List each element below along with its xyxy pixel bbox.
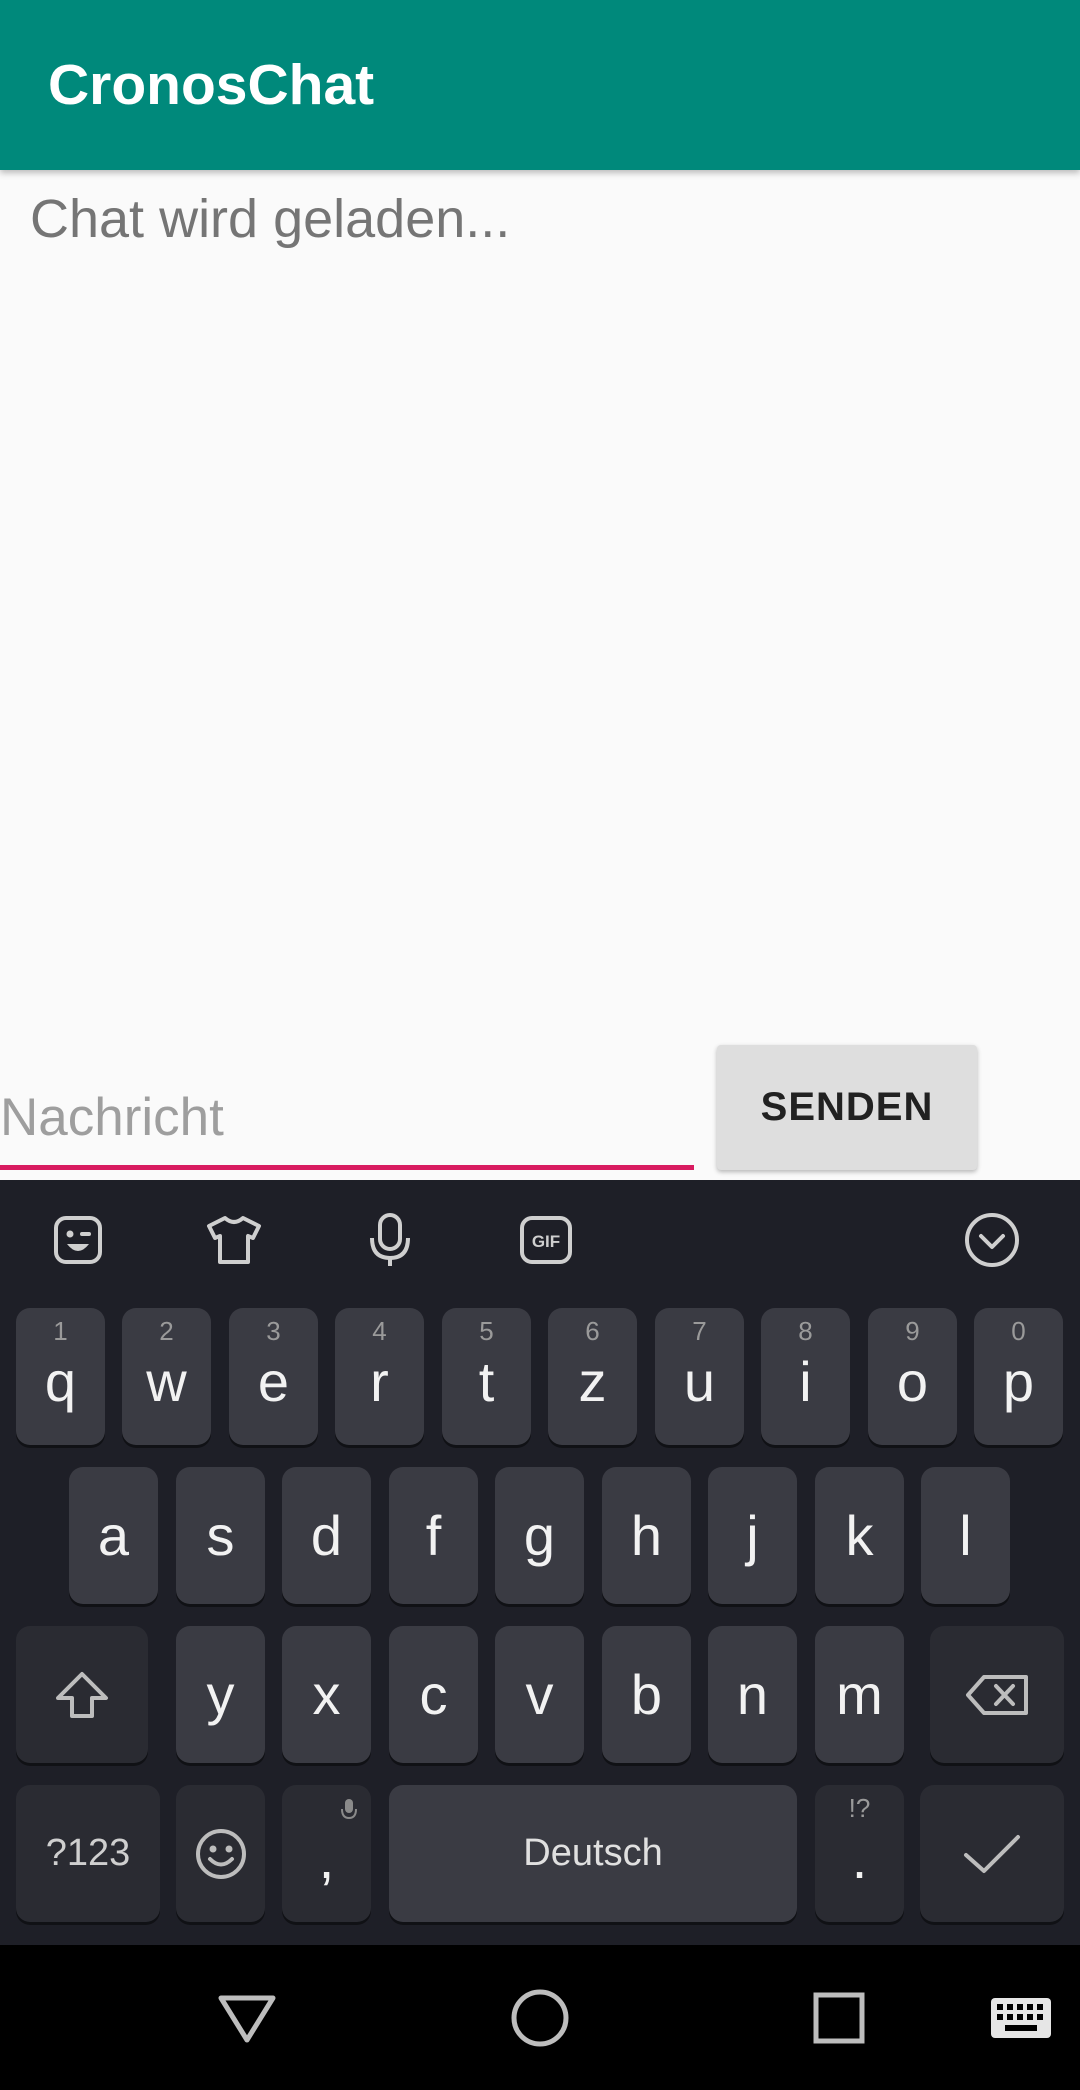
home-icon[interactable] xyxy=(505,1983,575,2053)
key-y[interactable]: y xyxy=(176,1626,265,1763)
collapse-keyboard-icon[interactable] xyxy=(962,1210,1022,1270)
key-u[interactable]: 7u xyxy=(655,1308,744,1445)
mic-hint-icon xyxy=(341,1799,357,1820)
key-t[interactable]: 5t xyxy=(442,1308,531,1445)
key-s[interactable]: s xyxy=(176,1467,265,1604)
microphone-icon[interactable] xyxy=(360,1210,420,1270)
sticker-icon[interactable] xyxy=(48,1210,108,1270)
key-a[interactable]: a xyxy=(69,1467,158,1604)
key-j[interactable]: j xyxy=(708,1467,797,1604)
recents-icon[interactable] xyxy=(804,1983,874,2053)
app-title: CronosChat xyxy=(48,53,375,117)
enter-key[interactable] xyxy=(920,1785,1064,1922)
key-g[interactable]: g xyxy=(495,1467,584,1604)
chat-loading-text: Chat wird geladen... xyxy=(30,189,511,249)
send-button[interactable]: SENDEN xyxy=(717,1045,977,1170)
comma-key[interactable]: , xyxy=(282,1785,371,1922)
key-n[interactable]: n xyxy=(708,1626,797,1763)
key-v[interactable]: v xyxy=(495,1626,584,1763)
symbols-key[interactable]: ?123 xyxy=(16,1785,160,1922)
app-bar: CronosChat xyxy=(0,0,1080,170)
key-f[interactable]: f xyxy=(389,1467,478,1604)
key-q[interactable]: 1q xyxy=(16,1308,105,1445)
key-l[interactable]: l xyxy=(921,1467,1010,1604)
back-icon[interactable] xyxy=(212,1983,282,2053)
emoji-icon xyxy=(195,1828,246,1879)
key-x[interactable]: x xyxy=(282,1626,371,1763)
keyboard-switch-icon[interactable] xyxy=(986,1983,1056,2053)
backspace-key[interactable] xyxy=(930,1626,1064,1763)
key-c[interactable]: c xyxy=(389,1626,478,1763)
key-w[interactable]: 2w xyxy=(122,1308,211,1445)
key-p[interactable]: 0p xyxy=(974,1308,1063,1445)
key-z[interactable]: 6z xyxy=(548,1308,637,1445)
key-m[interactable]: m xyxy=(815,1626,904,1763)
svg-text:GIF: GIF xyxy=(532,1232,560,1251)
emoji-key[interactable] xyxy=(176,1785,265,1922)
message-input[interactable] xyxy=(0,1070,694,1170)
key-e[interactable]: 3e xyxy=(229,1308,318,1445)
checkmark-icon xyxy=(964,1834,1020,1873)
shift-key[interactable] xyxy=(16,1626,148,1763)
key-r[interactable]: 4r xyxy=(335,1308,424,1445)
gif-icon[interactable]: GIF xyxy=(516,1210,576,1270)
space-key[interactable]: Deutsch xyxy=(389,1785,797,1922)
period-key[interactable]: !? . xyxy=(815,1785,904,1922)
soft-keyboard: GIF 1q 2w 3e 4r 5t 6z 7u 8i 9o 0p a s d … xyxy=(0,1180,1080,1945)
key-b[interactable]: b xyxy=(602,1626,691,1763)
shift-arrow-icon xyxy=(56,1671,108,1718)
theme-icon[interactable] xyxy=(204,1210,264,1270)
backspace-icon xyxy=(966,1674,1028,1715)
navigation-bar xyxy=(0,1945,1080,2090)
key-o[interactable]: 9o xyxy=(868,1308,957,1445)
key-h[interactable]: h xyxy=(602,1467,691,1604)
key-d[interactable]: d xyxy=(282,1467,371,1604)
key-i[interactable]: 8i xyxy=(761,1308,850,1445)
key-k[interactable]: k xyxy=(815,1467,904,1604)
